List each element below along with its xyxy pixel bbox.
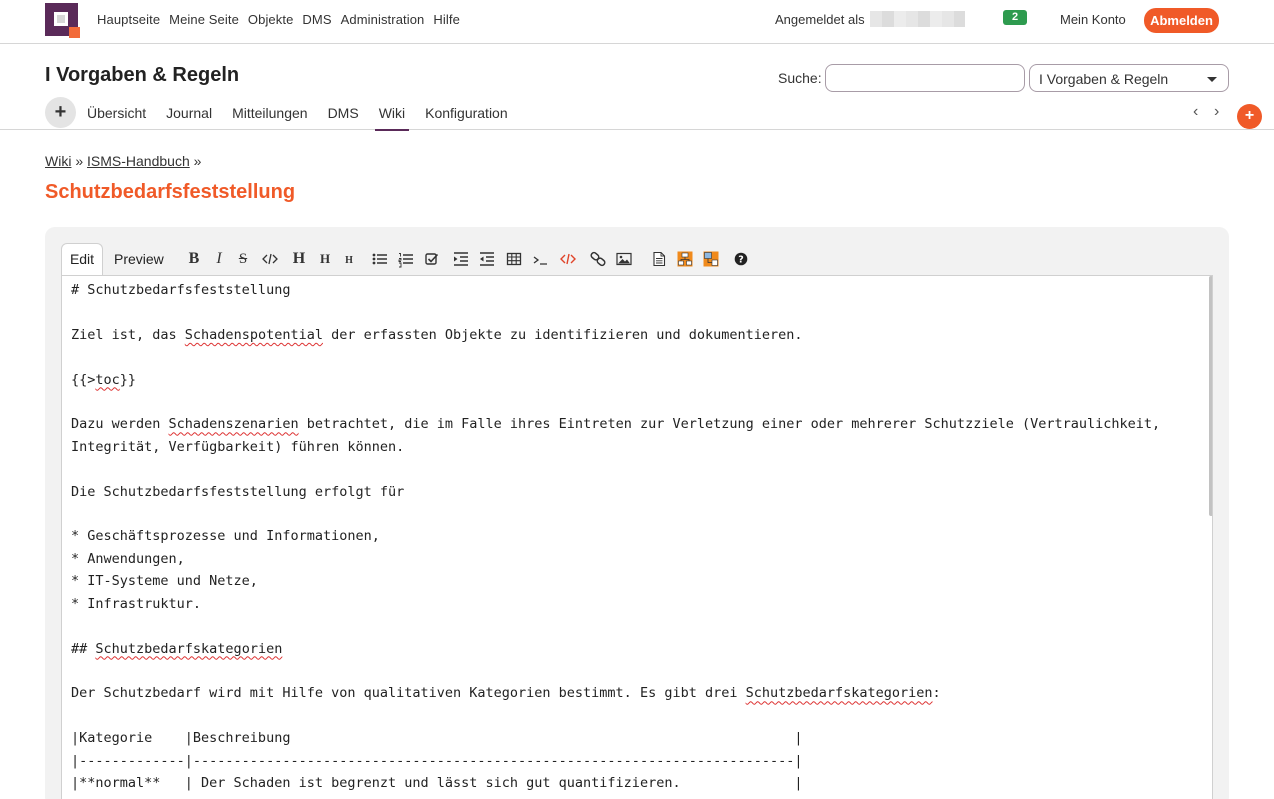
edit-tab[interactable]: Edit (61, 243, 103, 276)
spellcheck-flag: Schutzbedarfskategorien (745, 685, 933, 702)
editor-scrollbar[interactable] (1209, 276, 1212, 516)
heading1-icon[interactable]: H (291, 249, 307, 269)
spellcheck-flag: Schadenszenarien (168, 416, 299, 433)
task-list-icon[interactable] (424, 249, 440, 269)
tab-dms[interactable]: DMS (328, 105, 359, 131)
editor-line: * Infrastruktur. (71, 595, 202, 612)
spellcheck-flag: toc (95, 371, 120, 388)
tab-wiki[interactable]: Wiki (374, 105, 410, 131)
svg-text:?: ? (738, 255, 744, 266)
project-title: I Vorgaben & Regeln (45, 64, 240, 86)
editor-line: * Anwendungen, (71, 550, 185, 567)
heading2-icon[interactable]: H (319, 249, 331, 269)
notification-badge[interactable]: 2 (1003, 10, 1027, 25)
preview-tab[interactable]: Preview (114, 251, 164, 267)
document-icon[interactable] (652, 249, 666, 269)
project-tabs-bar: + Übersicht Journal Mitteilungen DMS Wik… (0, 96, 1274, 131)
nav-dms[interactable]: DMS (302, 12, 331, 27)
spellcheck-flag: Schutzbedarfskategorien (95, 640, 283, 657)
editor-line: * IT-Systeme und Netze, (71, 573, 258, 590)
editor-line: Dazu werden Schadenszenarien betrachtet,… (71, 416, 1161, 433)
html-code-icon[interactable] (560, 249, 576, 269)
spellcheck-flag: Schadenspotential (184, 326, 323, 343)
nav-hauptseite[interactable]: Hauptseite (97, 12, 160, 27)
logout-button[interactable]: Abmelden (1144, 8, 1219, 33)
tab-mitteilungen[interactable]: Mitteilungen (232, 105, 308, 131)
project-select[interactable]: I Vorgaben & Regeln (1029, 64, 1229, 92)
caret-down-icon (1207, 77, 1217, 82)
editor-line: |**normal** | Der Schaden ist begrenzt u… (71, 774, 803, 791)
editor-line: Ziel ist, das Schadenspotential der erfa… (71, 326, 803, 343)
editor-line: * Geschäftsprozesse und Informationen, (71, 528, 380, 545)
diagram-icon[interactable] (677, 249, 693, 269)
breadcrumb-wiki[interactable]: Wiki (45, 153, 71, 169)
editor-line: # Schutzbedarfsfeststellung (71, 282, 291, 298)
main-nav: Hauptseite Meine Seite Objekte DMS Admin… (97, 12, 460, 27)
tab-uebersicht[interactable]: Übersicht (87, 105, 146, 131)
link-icon[interactable] (590, 249, 606, 269)
breadcrumb: Wiki » ISMS-Handbuch » (45, 153, 201, 169)
editor-content[interactable]: # Schutzbedarfsfeststellung Ziel ist, da… (71, 279, 1201, 794)
nav-administration[interactable]: Administration (341, 12, 425, 27)
outdent-icon[interactable] (479, 249, 495, 269)
bold-icon[interactable]: B (187, 249, 201, 269)
bullet-list-icon[interactable] (372, 249, 388, 269)
numbered-list-icon[interactable] (398, 249, 414, 269)
search-input[interactable] (825, 64, 1025, 92)
new-item-plus-icon[interactable]: + (45, 97, 76, 128)
editor-line: |-------------|-------------------------… (71, 752, 803, 769)
page-title: Schutzbedarfsfeststellung (45, 181, 296, 203)
breadcrumb-separator: » (75, 153, 84, 169)
nav-hilfe[interactable]: Hilfe (433, 12, 460, 27)
editor-line: Integrität, Verfügbarkeit) führen können… (71, 438, 405, 455)
editor-line: |Kategorie |Beschreibung | (71, 730, 803, 747)
search-label: Suche: (778, 70, 822, 86)
strikethrough-icon[interactable]: S (236, 249, 250, 269)
top-bar: Hauptseite Meine Seite Objekte DMS Admin… (0, 0, 1274, 44)
editor-line: ## Schutzbedarfskategorien (71, 640, 283, 657)
add-plus-icon[interactable]: + (1237, 104, 1262, 129)
breadcrumb-separator: » (193, 153, 202, 169)
inline-code-icon[interactable] (262, 249, 278, 269)
chevron-left-icon[interactable]: ‹ (1193, 103, 1198, 121)
breadcrumb-isms-handbuch[interactable]: ISMS-Handbuch (87, 153, 190, 169)
italic-icon[interactable]: I (213, 249, 225, 269)
image-icon[interactable] (616, 249, 632, 269)
tab-journal[interactable]: Journal (166, 105, 212, 131)
my-account-link[interactable]: Mein Konto (1060, 12, 1126, 27)
chevron-right-icon[interactable]: › (1214, 103, 1219, 121)
editor-line: Der Schutzbedarf wird mit Hilfe von qual… (71, 685, 941, 702)
app-logo[interactable] (45, 3, 80, 38)
table-icon[interactable] (506, 249, 522, 269)
nav-objekte[interactable]: Objekte (248, 12, 294, 27)
user-name-redacted[interactable] (870, 11, 965, 27)
nav-meine-seite[interactable]: Meine Seite (169, 12, 239, 27)
project-select-value: I Vorgaben & Regeln (1039, 71, 1169, 87)
login-label: Angemeldet als (775, 12, 865, 27)
help-icon[interactable]: ? (734, 249, 748, 269)
diagram2-icon[interactable] (703, 249, 719, 269)
wiki-text-editor[interactable]: # Schutzbedarfsfeststellung Ziel ist, da… (61, 275, 1213, 799)
wiki-editor-panel: Edit Preview B I S H H H ? # Schutzbedar… (45, 227, 1229, 799)
code-block-icon[interactable] (533, 249, 549, 269)
project-tabs: Übersicht Journal Mitteilungen DMS Wiki … (87, 105, 528, 131)
tab-konfiguration[interactable]: Konfiguration (425, 105, 508, 131)
heading3-icon[interactable]: H (344, 249, 354, 269)
editor-line: {{>toc}} (71, 371, 137, 388)
editor-line: Die Schutzbedarfsfeststellung erfolgt fü… (71, 483, 405, 500)
indent-icon[interactable] (453, 249, 469, 269)
